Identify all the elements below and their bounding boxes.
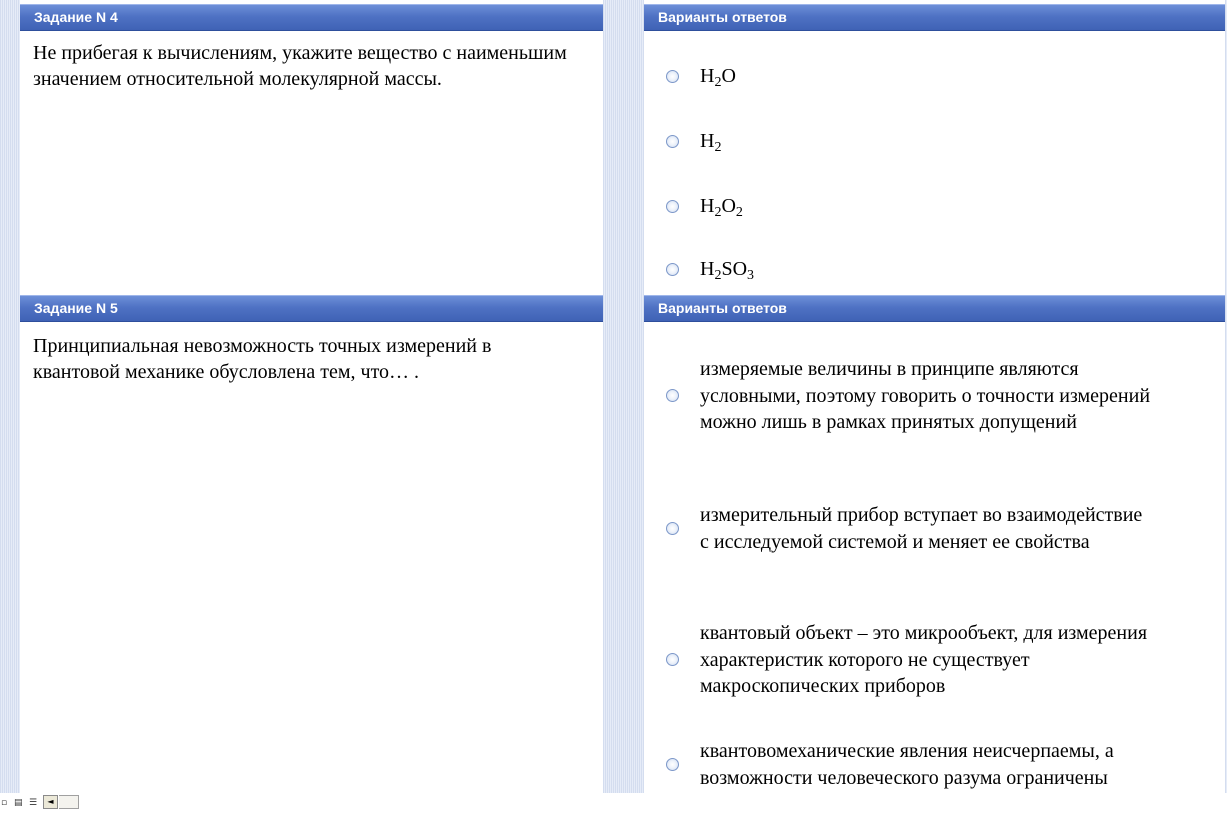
task5-option-3[interactable]: квантовый объект – это микрообъект, для … — [666, 620, 1156, 700]
task4-header: Задание N 4 — [20, 4, 603, 31]
radio-button[interactable] — [666, 135, 679, 148]
task5-option-4[interactable]: квантовомеханические явления неисчерпаем… — [666, 738, 1186, 791]
option-formula: H2SO3 — [700, 258, 755, 283]
view-outline-icon[interactable]: ☰ — [29, 797, 37, 809]
task5-option-1[interactable]: измеряемые величины в принципе являются … — [666, 356, 1156, 436]
view-normal-icon[interactable]: ▫ — [1, 797, 7, 809]
scroll-left-button[interactable]: ◄ — [43, 795, 58, 809]
option-formula: H2O2 — [700, 195, 743, 220]
status-bar — [0, 793, 1227, 813]
option-formula: H2 — [700, 130, 722, 155]
option-label: квантовый объект – это микрообъект, для … — [700, 622, 1148, 697]
task4-answers-header-text: Варианты ответов — [658, 9, 787, 25]
radio-button[interactable] — [666, 653, 679, 667]
task5-question-text: Принципиальная невозможность точных изме… — [33, 335, 492, 383]
option-formula: H2O — [700, 65, 736, 90]
option-label: измерительный прибор вступает во взаимод… — [700, 504, 1143, 553]
radio-button[interactable] — [666, 263, 679, 276]
center-gutter-stripe — [603, 0, 644, 793]
radio-button[interactable] — [666, 70, 679, 83]
task4-option-4[interactable]: H2SO3 — [666, 258, 755, 283]
task5-header-text: Задание N 5 — [34, 300, 118, 316]
task5-answers-header-text: Варианты ответов — [658, 300, 787, 316]
view-web-icon[interactable]: ▤ — [14, 797, 23, 809]
radio-button[interactable] — [666, 522, 679, 535]
task4-answers-header: Варианты ответов — [644, 4, 1225, 31]
radio-button[interactable] — [666, 758, 679, 771]
left-margin-stripe — [0, 0, 20, 793]
radio-button[interactable] — [666, 389, 679, 403]
task4-question-text: Не прибегая к вычислениям, укажите вещес… — [33, 42, 567, 90]
option-label: измеряемые величины в принципе являются … — [700, 358, 1151, 433]
option-label: квантовомеханические явления неисчерпаем… — [700, 740, 1114, 789]
task4-option-3[interactable]: H2O2 — [666, 195, 743, 220]
task4-option-2[interactable]: H2 — [666, 130, 722, 155]
task4-option-1[interactable]: H2O — [666, 65, 736, 90]
task5-answers-header: Варианты ответов — [644, 295, 1225, 322]
task5-header: Задание N 5 — [20, 295, 603, 322]
task5-option-2[interactable]: измерительный прибор вступает во взаимод… — [666, 502, 1156, 555]
task5-question-panel — [20, 322, 603, 793]
horizontal-scrollbar-track[interactable] — [59, 795, 79, 809]
task4-header-text: Задание N 4 — [34, 9, 118, 25]
radio-button[interactable] — [666, 200, 679, 213]
